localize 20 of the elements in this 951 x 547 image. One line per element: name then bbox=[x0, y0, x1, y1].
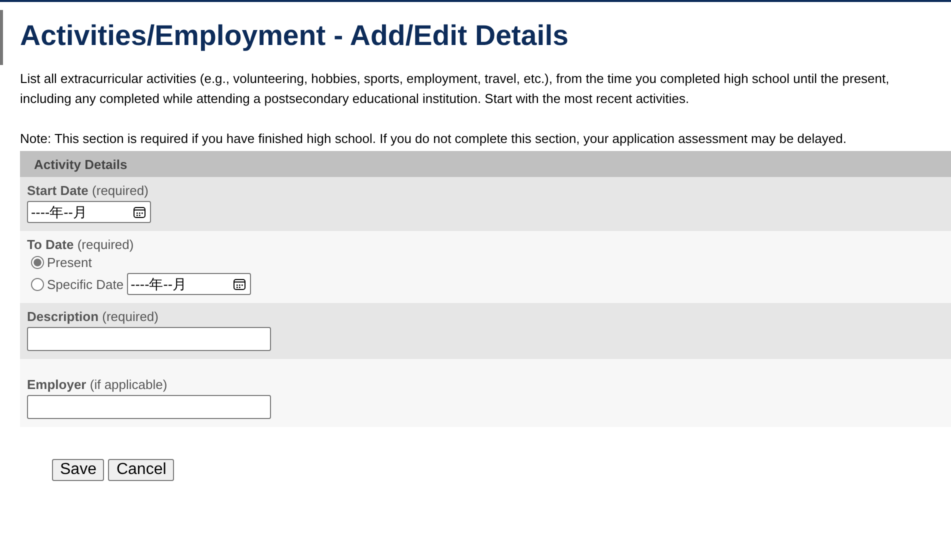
field-label: To Date (required) bbox=[27, 237, 135, 252]
section-header: Activity Details bbox=[20, 151, 951, 177]
intro-text: List all extracurricular activities (e.g., volunteering, hobbies, sports, employment, travel, etc.), from the time you completed high school until the present, including any completed while attending a postsecondary educational institution. Start with the most recent activities. bbox=[20, 70, 890, 108]
month-field[interactable]: ----年--月 bbox=[126, 273, 251, 295]
radio-button[interactable] bbox=[31, 256, 44, 269]
text-field[interactable] bbox=[27, 327, 271, 351]
calendar-icon[interactable] bbox=[133, 206, 146, 219]
save-button[interactable]: Save bbox=[52, 459, 104, 481]
calendar-icon[interactable] bbox=[232, 278, 246, 291]
field-label: Employer (if applicable) bbox=[27, 377, 168, 392]
option-label: Present bbox=[47, 255, 92, 270]
note-text: Note: This section is required if you have finished high school. If you do not complete this section, your application assessment may be delayed. bbox=[20, 130, 848, 148]
radio-button[interactable] bbox=[31, 278, 44, 290]
page-title: Activities/Employment - Add/Edit Details bbox=[20, 20, 570, 53]
option-label: Specific Date bbox=[47, 276, 124, 292]
month-field[interactable]: ----年--月 bbox=[27, 201, 151, 223]
cancel-button[interactable]: Cancel bbox=[108, 459, 174, 481]
text-field[interactable] bbox=[27, 395, 271, 419]
field-label: Start Date (required) bbox=[27, 183, 150, 198]
field-label: Description (required) bbox=[27, 309, 160, 324]
